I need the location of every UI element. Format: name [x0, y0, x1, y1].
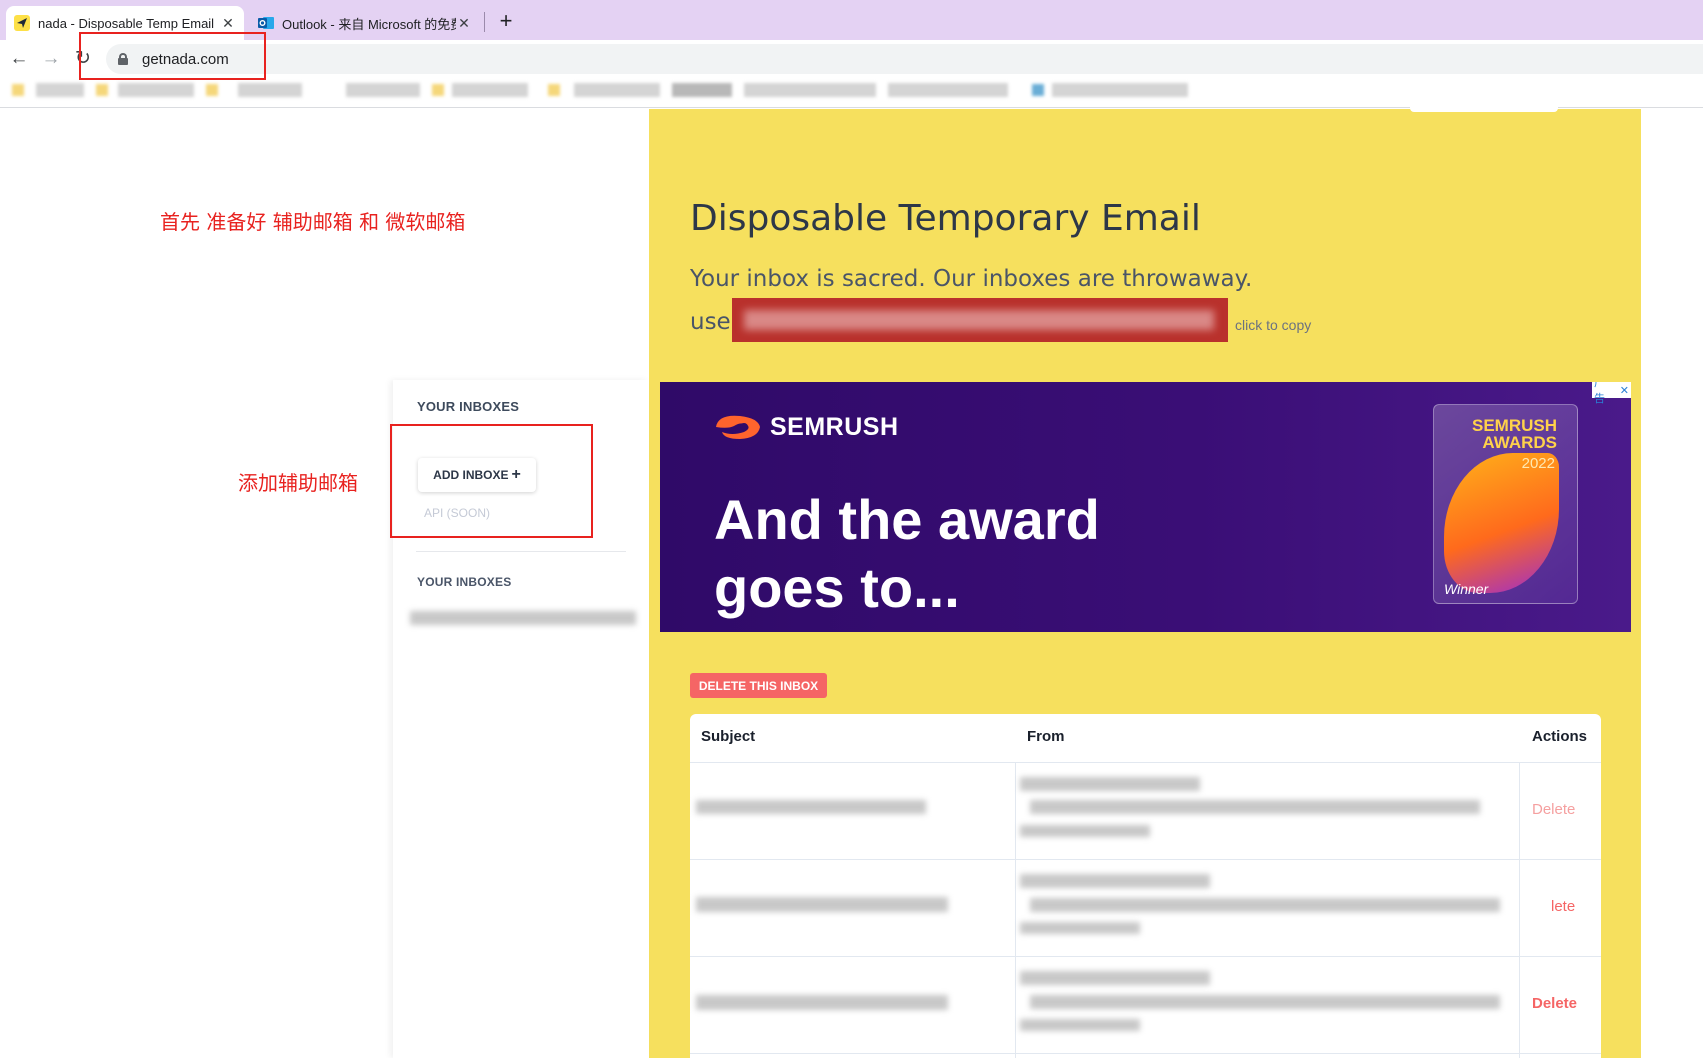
page: nada - Disposable Temp Email ✕ Outlook -… — [0, 0, 1703, 1058]
ad-headline: And the award goes to... — [714, 486, 1100, 622]
forward-arrow-icon[interactable]: → — [38, 46, 64, 72]
trophy-title-1: SEMRUSH — [1471, 416, 1557, 435]
bookmark-item[interactable] — [888, 83, 1008, 97]
tab-close-icon[interactable]: ✕ — [220, 15, 236, 32]
column-header-actions: Actions — [1532, 728, 1588, 745]
sender-address — [1030, 800, 1480, 814]
outlook-icon — [258, 15, 274, 31]
sender-name — [1020, 874, 1210, 888]
bookmark-favicon[interactable] — [432, 84, 444, 96]
sender-address — [1030, 995, 1500, 1009]
table-row[interactable]: lete — [690, 860, 1601, 957]
add-inbox-label: ADD INBOXE — [433, 468, 509, 482]
inbox-list-item[interactable] — [410, 611, 636, 625]
bookmark-favicon[interactable] — [206, 84, 218, 96]
messages-table: Subject From Actions Delete lete Delete — [690, 714, 1601, 1058]
message-date — [1020, 922, 1140, 934]
message-subject — [696, 897, 948, 912]
use-label: use — [690, 309, 731, 335]
tab-outlook[interactable]: Outlook - 来自 Microsoft 的免费 ✕ — [250, 6, 480, 40]
tagline: Your inbox is sacred. Our inboxes are th… — [690, 266, 1253, 292]
delete-message-link[interactable]: Delete — [1532, 801, 1575, 818]
sender-address — [1030, 898, 1500, 912]
bookmark-item[interactable] — [452, 83, 528, 97]
delete-message-link[interactable]: Delete — [1532, 995, 1577, 1012]
address-bar[interactable]: getnada.com — [106, 44, 1703, 74]
table-row[interactable]: Delete — [690, 763, 1601, 860]
sender-name — [1020, 971, 1210, 985]
bookmark-item[interactable] — [36, 83, 84, 97]
delete-message-link[interactable]: lete — [1551, 898, 1575, 915]
bookmark-item[interactable] — [744, 83, 876, 97]
bookmark-item[interactable] — [238, 83, 302, 97]
ad-label: 广告 — [1594, 382, 1605, 405]
bookmark-item[interactable] — [574, 83, 660, 97]
semrush-fire-icon — [716, 415, 760, 439]
ad-choices-badge[interactable]: 广告 ✕ — [1592, 382, 1631, 405]
right-background — [1641, 109, 1703, 1058]
bookmark-item[interactable] — [346, 83, 420, 97]
bookmark-item[interactable] — [1052, 83, 1188, 97]
add-inbox-button[interactable]: ADD INBOXE + — [418, 458, 536, 492]
award-trophy-image: SEMRUSH AWARDS 2022 Winner — [1433, 404, 1578, 604]
bookmark-item[interactable] — [118, 83, 194, 97]
annotation-add-aux: 添加辅助邮箱 — [238, 471, 358, 495]
new-tab-button[interactable]: + — [494, 8, 518, 36]
api-soon-link[interactable]: API (SOON) — [424, 506, 490, 520]
message-subject — [696, 995, 948, 1010]
ad-headline-line2: goes to... — [714, 556, 960, 619]
trophy-year: 2022 — [1521, 455, 1555, 472]
tab-title: Outlook - 来自 Microsoft 的免费 — [282, 16, 456, 32]
table-row[interactable]: Delete — [690, 957, 1601, 1054]
semrush-brand-text: SEMRUSH — [770, 412, 899, 441]
click-to-copy[interactable]: click to copy — [1235, 317, 1311, 333]
back-arrow-icon[interactable]: ← — [6, 46, 32, 72]
temp-email-address[interactable] — [732, 298, 1228, 342]
left-background — [0, 109, 393, 1058]
column-header-subject: Subject — [701, 728, 756, 745]
semrush-logo: SEMRUSH — [714, 412, 899, 442]
bookmark-item[interactable] — [672, 83, 732, 97]
trophy-title-2: AWARDS — [1482, 433, 1557, 452]
annotation-prepare: 首先 准备好 辅助邮箱 和 微软邮箱 — [160, 210, 466, 234]
message-subject — [696, 800, 926, 814]
page-title: Disposable Temporary Email — [690, 198, 1201, 239]
top-button-edge — [1410, 104, 1558, 112]
ad-close-icon[interactable]: ✕ — [1618, 384, 1631, 397]
your-inboxes-list-heading: YOUR INBOXES — [417, 575, 512, 589]
trophy-winner: Winner — [1444, 581, 1489, 597]
bookmark-favicon[interactable] — [96, 84, 108, 96]
semrush-ad-banner[interactable]: SEMRUSH And the award goes to... SEMRUSH… — [660, 382, 1631, 632]
sidebar-divider — [416, 551, 626, 552]
bookmark-favicon[interactable] — [1032, 84, 1044, 96]
sender-name — [1020, 777, 1200, 791]
tab-separator — [484, 12, 485, 32]
column-header-from: From — [1027, 728, 1065, 745]
ad-headline-line1: And the award — [714, 488, 1100, 551]
paper-plane-icon — [14, 15, 30, 31]
bookmark-favicon[interactable] — [548, 84, 560, 96]
tab-title: nada - Disposable Temp Email — [38, 15, 215, 31]
your-inboxes-heading: YOUR INBOXES — [417, 399, 520, 414]
message-date — [1020, 1019, 1140, 1031]
annotation-box-url — [79, 32, 266, 80]
bookmark-favicon[interactable] — [12, 84, 24, 96]
message-date — [1020, 825, 1150, 837]
delete-inbox-button[interactable]: DELETE THIS INBOX — [690, 673, 827, 698]
plus-icon: + — [511, 466, 521, 483]
tab-close-icon[interactable]: ✕ — [456, 15, 472, 32]
